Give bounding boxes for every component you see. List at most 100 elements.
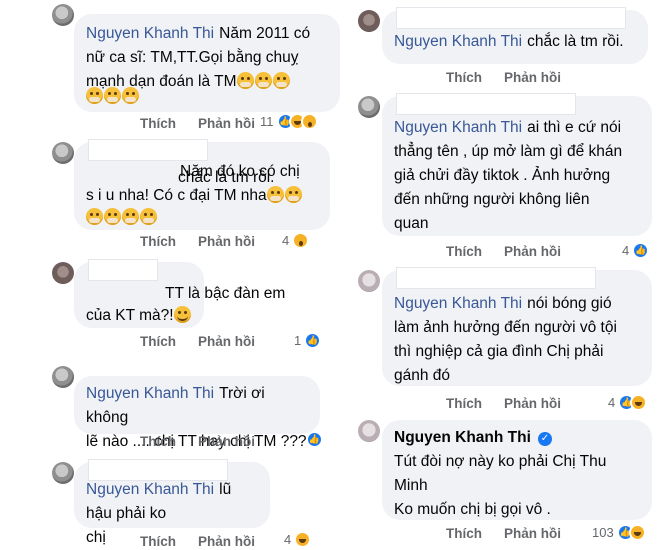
reply-button[interactable]: Phản hồi <box>198 234 255 249</box>
redacted-name <box>396 7 626 29</box>
comment-bubble: Nguyen Khanh Thi ✓ Tút đòi nợ này ko phải… <box>382 420 652 520</box>
avatar[interactable] <box>358 270 380 292</box>
like-button[interactable]: Thích <box>140 116 176 131</box>
redacted-name <box>396 267 596 289</box>
comment-text: TT là bậc đàn em <box>165 285 286 302</box>
like-button[interactable]: Thích <box>446 244 482 259</box>
reaction-summary[interactable]: 11 👍 <box>260 113 318 130</box>
comment-text: đến những người không liên <box>394 191 590 208</box>
comment-text: Minh <box>394 477 428 494</box>
reaction-summary[interactable]: 4 <box>284 531 312 548</box>
reaction-summary[interactable]: 👍 <box>306 431 323 448</box>
like-button[interactable]: Thích <box>446 396 482 411</box>
comment-text: thì nghiệp cả gia đình Chị phải <box>394 343 604 360</box>
comment-actions: Thích Phản hồi <box>140 534 277 549</box>
like-button[interactable]: Thích <box>446 526 482 541</box>
comment-actions: Thích Phản hồi <box>446 244 583 259</box>
comment-text <box>86 87 140 105</box>
like-button[interactable]: Thích <box>140 334 176 349</box>
like-button[interactable]: Thích <box>140 234 176 249</box>
reply-button[interactable]: Phản hồi <box>198 434 255 449</box>
like-button[interactable]: Thích <box>140 434 176 449</box>
redacted-name <box>88 139 208 161</box>
like-button[interactable]: Thích <box>446 70 482 85</box>
wow-reaction-icon <box>292 232 310 249</box>
reaction-summary[interactable]: 4 👍 <box>608 394 648 411</box>
comment-bubble: Nguyen Khanh Thi chắc là tm rồi. <box>382 7 648 64</box>
comment-actions: Thích Phản hồi <box>140 434 277 449</box>
reply-button[interactable]: Phản hồi <box>504 396 561 411</box>
comment-actions: Thích Phản hồi <box>446 526 583 541</box>
reaction-summary[interactable]: 4 👍 <box>622 242 650 259</box>
reaction-count: 4 <box>608 395 616 410</box>
emoji-icon <box>86 208 158 227</box>
reaction-count: 4 <box>622 243 630 258</box>
avatar[interactable] <box>52 142 74 164</box>
comment-actions: Thích Phản hồi <box>140 234 277 249</box>
comment-actions: Thích Phản hồi <box>140 334 277 349</box>
reaction-summary[interactable]: 4 <box>282 232 310 249</box>
commenter-name[interactable]: Nguyen Khanh Thi <box>86 25 214 42</box>
haha-reaction-icon <box>294 531 312 548</box>
comment-text: Ko muốn chị bị gọi vô . <box>394 501 551 518</box>
reaction-count: 4 <box>284 532 292 547</box>
haha-reaction-icon <box>628 524 646 541</box>
comment-text: ai thì e cứ nói <box>527 119 622 136</box>
avatar[interactable] <box>358 10 380 32</box>
haha-reaction-icon <box>630 394 648 411</box>
reply-button[interactable]: Phản hồi <box>198 116 255 131</box>
reply-button[interactable]: Phản hồi <box>504 244 561 259</box>
avatar[interactable] <box>52 4 74 26</box>
emoji-icon <box>236 72 291 90</box>
comment-text: s i u nha! Có c đại TM nha <box>86 184 303 208</box>
avatar[interactable] <box>52 462 74 484</box>
comment-text: Năm 2011 có <box>219 25 311 42</box>
comment-actions: Thích Phản hồi <box>446 70 583 85</box>
wow-reaction-icon <box>300 113 318 130</box>
like-button[interactable]: Thích <box>140 534 176 549</box>
comment-actions: Thích Phản hồi <box>140 116 277 131</box>
redacted-name <box>88 259 158 281</box>
reply-button[interactable]: Phản hồi <box>504 526 561 541</box>
comment-text: Năm đó ko có chị <box>180 163 300 180</box>
commenter-name[interactable]: Nguyen Khanh Thi <box>394 295 522 312</box>
comment-bubble: Nguyen Khanh Thi Trời ơi không lẽ nào ...… <box>74 376 320 450</box>
reply-button[interactable]: Phản hồi <box>504 70 561 85</box>
reaction-count: 4 <box>282 233 290 248</box>
reply-button[interactable]: Phản hồi <box>198 334 255 349</box>
commenter-name[interactable]: Nguyen Khanh Thi <box>394 429 531 446</box>
comment-bubble: Nguyen Khanh Thi nói bóng gió làm ảnh hưở… <box>382 267 652 386</box>
comment-text: làm ảnh hưởng đến người vô tội <box>394 319 617 336</box>
comment-bubble: Nguyen Khanh Thi ai thì e cứ nói thẳng tê… <box>382 93 652 236</box>
avatar[interactable] <box>52 366 74 388</box>
commenter-name[interactable]: Nguyen Khanh Thi <box>394 119 522 136</box>
commenter-name[interactable]: Nguyen Khanh Thi <box>86 385 214 402</box>
avatar[interactable] <box>358 420 380 442</box>
comment-text: nói bóng gió <box>527 295 612 312</box>
comment-text: quan <box>394 215 429 232</box>
comment-text: giả chửi đầy tiktok . Ảnh hưởng <box>394 167 611 184</box>
comment-actions: Thích Phản hồi <box>446 396 583 411</box>
comment-text: của KT mà?! <box>86 304 192 328</box>
verified-badge-icon: ✓ <box>537 432 552 446</box>
reply-button[interactable]: Phản hồi <box>198 534 255 549</box>
comment-text: gánh đó <box>394 367 451 384</box>
commenter-name[interactable]: Nguyen Khanh Thi <box>394 33 522 50</box>
like-reaction-icon: 👍 <box>632 242 650 259</box>
redacted-name <box>88 459 228 481</box>
avatar[interactable] <box>358 96 380 118</box>
reaction-summary[interactable]: 1 👍 <box>294 332 322 349</box>
comment-text: chắc là tm rồi. <box>527 33 624 50</box>
like-reaction-icon: 👍 <box>304 332 322 349</box>
reaction-summary[interactable]: 103 👍 <box>592 524 646 541</box>
comment-text: nữ ca sĩ: TM,TT.Gọi bằng chuỵ <box>86 49 299 66</box>
comment-text: thẳng tên , úp mở làm gì để khán <box>394 143 623 160</box>
comment-bubble: Nguyen Khanh Thi lũ hậu phải ko chị <box>74 459 270 546</box>
comment-text: Tút đòi nợ này ko phải Chị Thu <box>394 453 607 470</box>
avatar[interactable] <box>52 262 74 284</box>
reaction-count: 11 <box>260 114 274 129</box>
redacted-name <box>396 93 576 115</box>
reaction-count: 103 <box>592 525 614 540</box>
commenter-name[interactable]: Nguyen Khanh Thi <box>86 481 214 498</box>
reaction-count: 1 <box>294 333 302 348</box>
